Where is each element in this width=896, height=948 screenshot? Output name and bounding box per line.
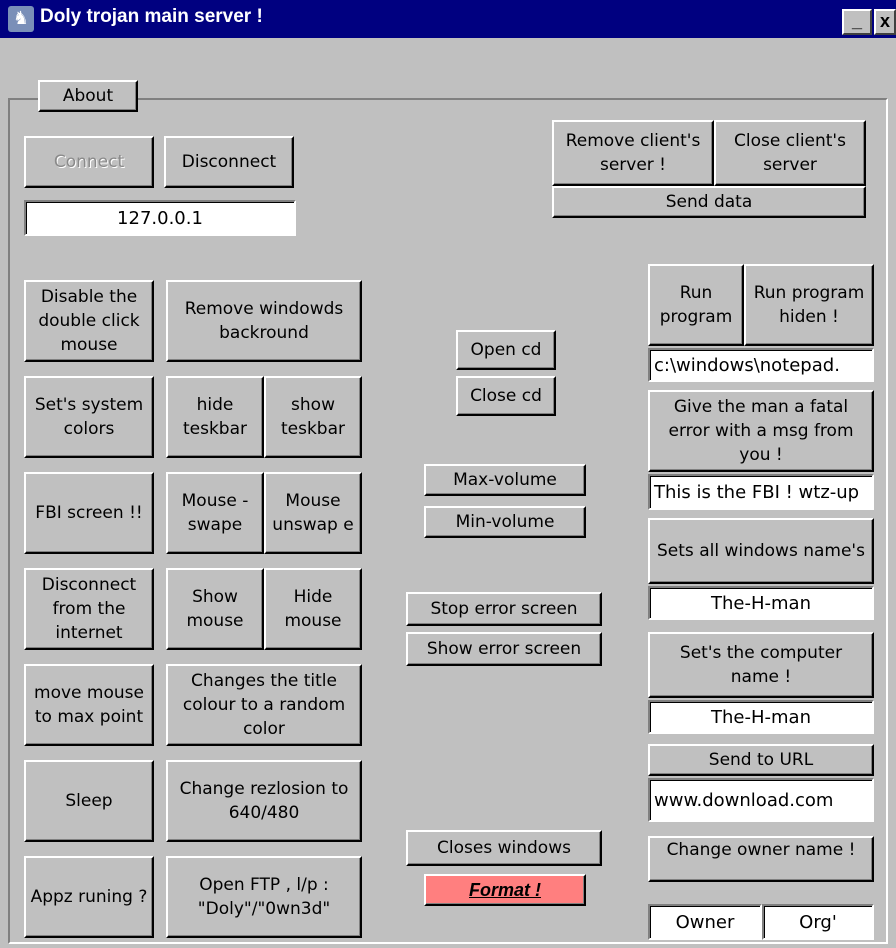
apps-running-button[interactable]: Appz runing ?	[24, 856, 154, 938]
format-button[interactable]: Format !	[424, 874, 586, 906]
fatal-error-message-field[interactable]: This is the FBI ! wtz-up	[648, 474, 874, 510]
change-owner-name-button[interactable]: Change owner name !	[648, 836, 874, 882]
disable-double-click-button[interactable]: Disable the double click mouse	[24, 280, 154, 362]
ip-address-field[interactable]: 127.0.0.1	[24, 200, 296, 236]
sleep-button[interactable]: Sleep	[24, 760, 154, 842]
mouse-unswap-button[interactable]: Mouse unswap e	[264, 472, 362, 554]
max-volume-button[interactable]: Max-volume	[424, 464, 586, 496]
window-name-field[interactable]: The-H-man	[648, 586, 874, 620]
remove-client-server-button[interactable]: Remove client's server !	[552, 120, 714, 186]
minimize-button[interactable]: _	[842, 9, 872, 35]
trojan-horse-icon: ♞	[8, 6, 34, 32]
run-program-button[interactable]: Run program	[648, 264, 744, 346]
close-client-server-button[interactable]: Close client's server	[714, 120, 866, 186]
computer-name-field[interactable]: The-H-man	[648, 700, 874, 734]
set-window-names-button[interactable]: Sets all windows name's	[648, 518, 874, 584]
connect-button[interactable]: Connect	[24, 136, 154, 188]
tab-about[interactable]: About	[38, 80, 138, 112]
change-resolution-button[interactable]: Change rezlosion to 640/480	[166, 760, 362, 842]
min-volume-button[interactable]: Min-volume	[424, 506, 586, 538]
stop-error-screen-button[interactable]: Stop error screen	[406, 592, 602, 626]
fatal-error-button[interactable]: Give the man a fatal error with a msg fr…	[648, 390, 874, 472]
set-computer-name-button[interactable]: Set's the computer name !	[648, 632, 874, 698]
disconnect-button[interactable]: Disconnect	[164, 136, 294, 188]
change-title-colour-button[interactable]: Changes the title colour to a random col…	[166, 664, 362, 746]
show-error-screen-button[interactable]: Show error screen	[406, 632, 602, 666]
close-windows-button[interactable]: Closes windows	[406, 830, 602, 866]
hide-taskbar-button[interactable]: hide teskbar	[166, 376, 264, 458]
send-to-url-button[interactable]: Send to URL	[648, 744, 874, 776]
close-cd-button[interactable]: Close cd	[456, 376, 556, 416]
show-mouse-button[interactable]: Show mouse	[166, 568, 264, 650]
owner-field[interactable]: Owner	[648, 904, 762, 940]
url-field[interactable]: www.download.com	[648, 778, 874, 822]
open-ftp-button[interactable]: Open FTP , l/p : "Doly"/"0wn3d"	[166, 856, 362, 938]
send-data-button[interactable]: Send data	[552, 186, 866, 218]
window-title: Doly trojan main server !	[40, 6, 263, 27]
org-field[interactable]: Org'	[762, 904, 874, 940]
program-path-field[interactable]: c:\windows\notepad.	[648, 348, 874, 382]
move-mouse-max-button[interactable]: move mouse to max point	[24, 664, 154, 746]
run-program-hidden-button[interactable]: Run program hiden !	[744, 264, 874, 346]
show-taskbar-button[interactable]: show teskbar	[264, 376, 362, 458]
remove-background-button[interactable]: Remove windowds backround	[166, 280, 362, 362]
disconnect-internet-button[interactable]: Disconnect from the internet	[24, 568, 154, 650]
mouse-swap-button[interactable]: Mouse - swape	[166, 472, 264, 554]
hide-mouse-button[interactable]: Hide mouse	[264, 568, 362, 650]
fbi-screen-button[interactable]: FBI screen !!	[24, 472, 154, 554]
set-system-colors-button[interactable]: Set's system colors	[24, 376, 154, 458]
title-bar: ♞ Doly trojan main server ! _ x	[0, 0, 896, 38]
close-button[interactable]: x	[874, 9, 896, 35]
open-cd-button[interactable]: Open cd	[456, 330, 556, 370]
